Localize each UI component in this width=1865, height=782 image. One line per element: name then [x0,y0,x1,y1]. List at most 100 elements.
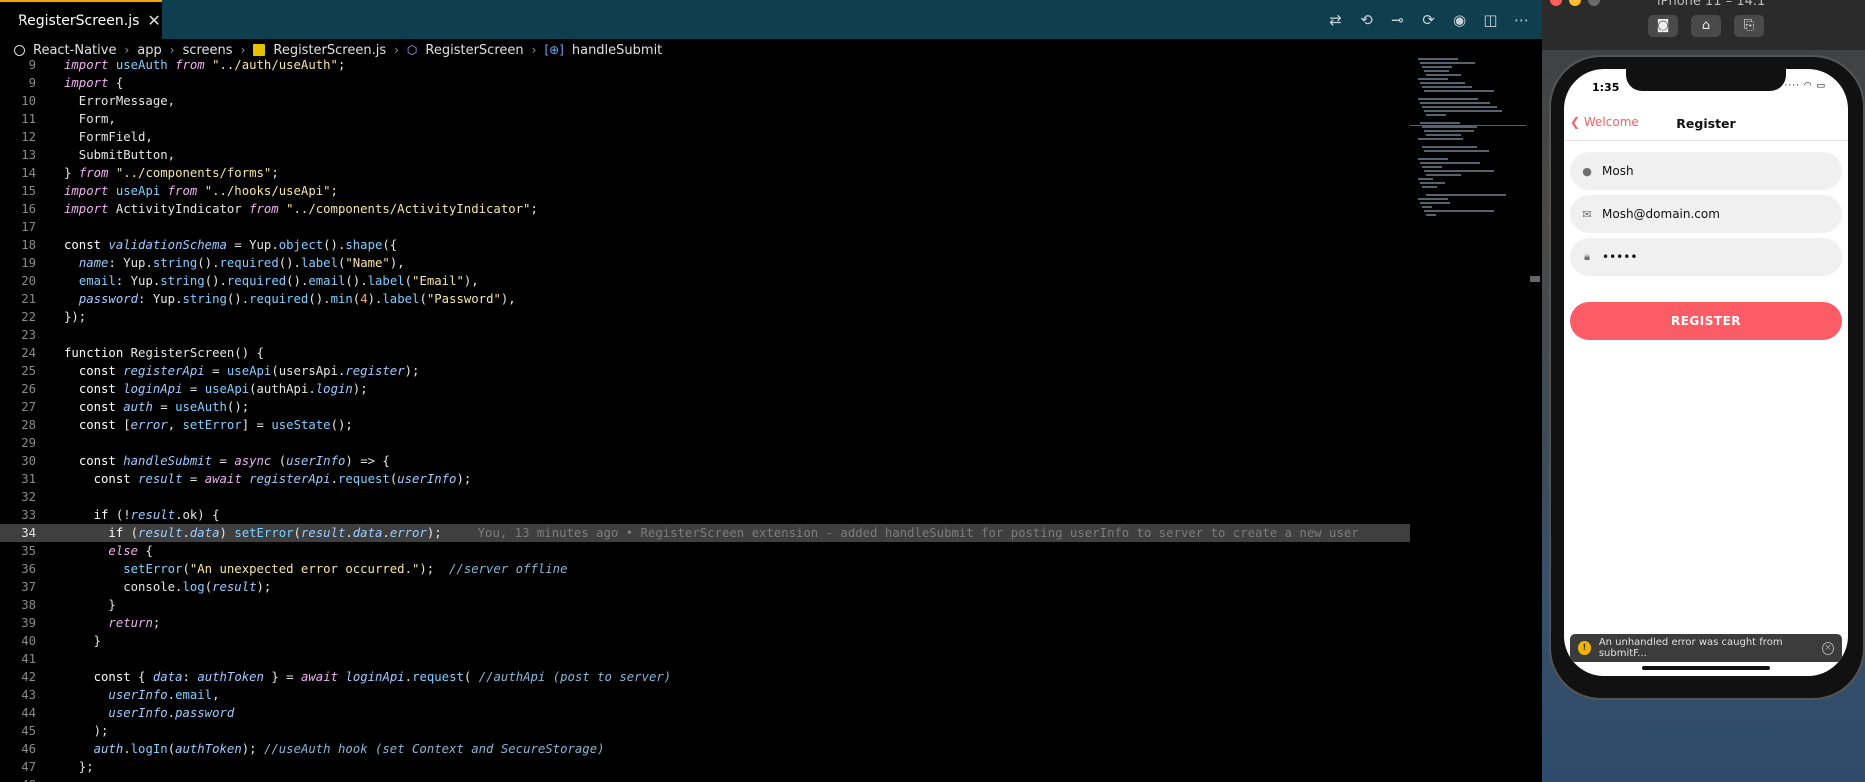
minimap-line [1424,130,1474,132]
code-line[interactable]: 23 [0,326,1410,344]
minimap-line [1418,198,1448,200]
chevron-right-icon: › [169,43,175,57]
split-editor-icon[interactable]: ◫ [1482,11,1499,29]
line-text: import { [64,76,124,90]
line-number: 24 [21,346,36,360]
code-line[interactable]: 9 import useAuth from "../auth/useAuth"; [0,56,1410,74]
line-text: if (!result.ok) { [93,508,220,522]
code-line[interactable]: 33 if (!result.ok) { [0,506,1410,524]
code-line[interactable]: 18 const validationSchema = Yup.object().… [0,236,1410,254]
minimap-line [1420,202,1450,204]
code-line[interactable]: 46 auth.logIn(authToken); //useAuth hook… [0,740,1410,758]
more-icon[interactable]: ⋯ [1513,11,1530,29]
go-forward-icon[interactable]: ⟳ [1420,11,1437,29]
line-text: const result = await registerApi.request… [93,472,472,486]
code-line[interactable]: 22}); [0,308,1410,326]
code-line[interactable]: 31 const result = await registerApi.requ… [0,470,1410,488]
git-blame-annotation: You, 13 minutes ago • RegisterScreen ext… [477,526,1359,540]
line-number: 28 [21,418,36,432]
method-icon: [⊕] [544,43,564,57]
line-text: const handleSubmit = async (userInfo) =>… [78,454,390,468]
line-number: 47 [21,760,36,774]
code-line[interactable]: 44 userInfo.password [0,704,1410,722]
line-text: FormField, [64,130,153,144]
code-line[interactable]: 30 const handleSubmit = async (userInfo)… [0,452,1410,470]
git-commit-icon[interactable]: ⊸ [1389,11,1406,29]
line-text: }; [64,760,94,774]
code-line[interactable]: 43 userInfo.email, [0,686,1410,704]
code-line[interactable]: 20 email: Yup.string().required().email(… [0,272,1410,290]
code-line[interactable]: 19 name: Yup.string().required().label("… [0,254,1410,272]
navigation-bar: ❮ Welcome Register [1564,107,1848,141]
line-number: 45 [21,724,36,738]
tab-registerscreen[interactable]: RegisterScreen.js ✕ [0,0,162,39]
line-text: } from "../components/forms"; [64,166,279,180]
line-number: 37 [21,580,36,594]
code-line[interactable]: 42 const { data: authToken } = await log… [0,668,1410,686]
code-area[interactable]: 9 import useAuth from "../auth/useAuth"; 9… [0,56,1410,782]
close-window-button[interactable] [1550,0,1562,6]
code-line[interactable]: 27 const auth = useAuth(); [0,398,1410,416]
close-tab-icon[interactable]: ✕ [147,11,160,30]
code-line[interactable]: 37 console.log(result); [0,578,1410,596]
code-line[interactable]: 28 const [error, setError] = useState(); [0,416,1410,434]
minimap-line [1422,126,1477,128]
line-text: const registerApi = useApi(usersApi.regi… [78,364,420,378]
code-line[interactable]: 45 ); [0,722,1410,740]
code-line[interactable]: 14} from "../components/forms"; [0,164,1410,182]
go-back-icon[interactable]: ⟲ [1358,11,1375,29]
minimize-window-button[interactable] [1569,0,1581,6]
git-compare-icon[interactable]: ⇄ [1327,11,1344,29]
code-line[interactable]: 39 return; [0,614,1410,632]
toast-message: An unhandled error was caught from submi… [1598,637,1783,659]
code-line[interactable]: 40 } [0,632,1410,650]
account-icon: ● [1582,164,1592,178]
dismiss-icon[interactable]: × [1821,641,1834,655]
timeline-icon[interactable]: ◉ [1451,11,1468,29]
code-line[interactable]: 41 [0,650,1410,668]
scrollbar-thumb[interactable] [1530,276,1540,282]
register-button[interactable]: REGISTER [1570,302,1842,340]
code-line[interactable]: 21 password: Yup.string().required().min… [0,290,1410,308]
code-line[interactable]: 25 const registerApi = useApi(usersApi.r… [0,362,1410,380]
zoom-window-button[interactable] [1588,0,1600,6]
minimap-line [1426,134,1461,136]
rotate-icon[interactable]: ⎘ [1734,15,1764,37]
line-number: 48 [0,776,36,782]
code-line[interactable]: 12 FormField, [0,128,1410,146]
js-file-icon [253,44,266,56]
code-line[interactable]: 17 [0,218,1410,236]
chevron-right-icon: › [240,43,246,57]
component-icon: ⬡ [406,43,418,57]
code-line[interactable]: 47 }; [0,758,1410,776]
line-text: import ActivityIndicator from "../compon… [64,202,538,216]
code-line[interactable]: 48 [0,776,1410,782]
line-number: 30 [21,454,36,468]
code-line[interactable]: 13 SubmitButton, [0,146,1410,164]
code-line[interactable]: 24 function RegisterScreen() { [0,344,1410,362]
code-line[interactable]: 29 [0,434,1410,452]
nav-title: Register [1676,116,1736,131]
code-line[interactable]: 35 else { [0,542,1410,560]
code-line[interactable]: 36 setError("An unexpected error occurre… [0,560,1410,578]
code-line[interactable]: 34 if (result.data) setError(result.data… [0,524,1410,542]
minimap-slider[interactable] [1410,56,1526,126]
code-line[interactable]: 11 Form, [0,110,1410,128]
home-icon[interactable]: ⌂ [1691,15,1721,37]
line-number: 10 [21,94,36,108]
password-field[interactable]: 🔒︎ ••••• [1570,238,1842,276]
code-line[interactable]: 26 const loginApi = useApi(authApi.login… [0,380,1410,398]
line-text: name: Yup.string().required().label("Nam… [78,256,405,270]
email-field[interactable]: ✉ Mosh@domain.com [1570,195,1842,233]
code-line[interactable]: 16 import ActivityIndicator from "../comp… [0,200,1410,218]
error-toast[interactable]: ! An unhandled error was caught from sub… [1570,634,1842,662]
code-line[interactable]: 9 import { [0,74,1410,92]
minimap-line [1424,150,1489,152]
name-field[interactable]: ● Mosh [1570,152,1842,190]
code-line[interactable]: 32 [0,488,1410,506]
screenshot-icon[interactable]: ◙ [1648,15,1678,37]
code-line[interactable]: 15 import useApi from "../hooks/useApi"; [0,182,1410,200]
code-line[interactable]: 10 ErrorMessage, [0,92,1410,110]
lock-icon: 🔒︎ [1584,250,1590,263]
code-line[interactable]: 38 } [0,596,1410,614]
